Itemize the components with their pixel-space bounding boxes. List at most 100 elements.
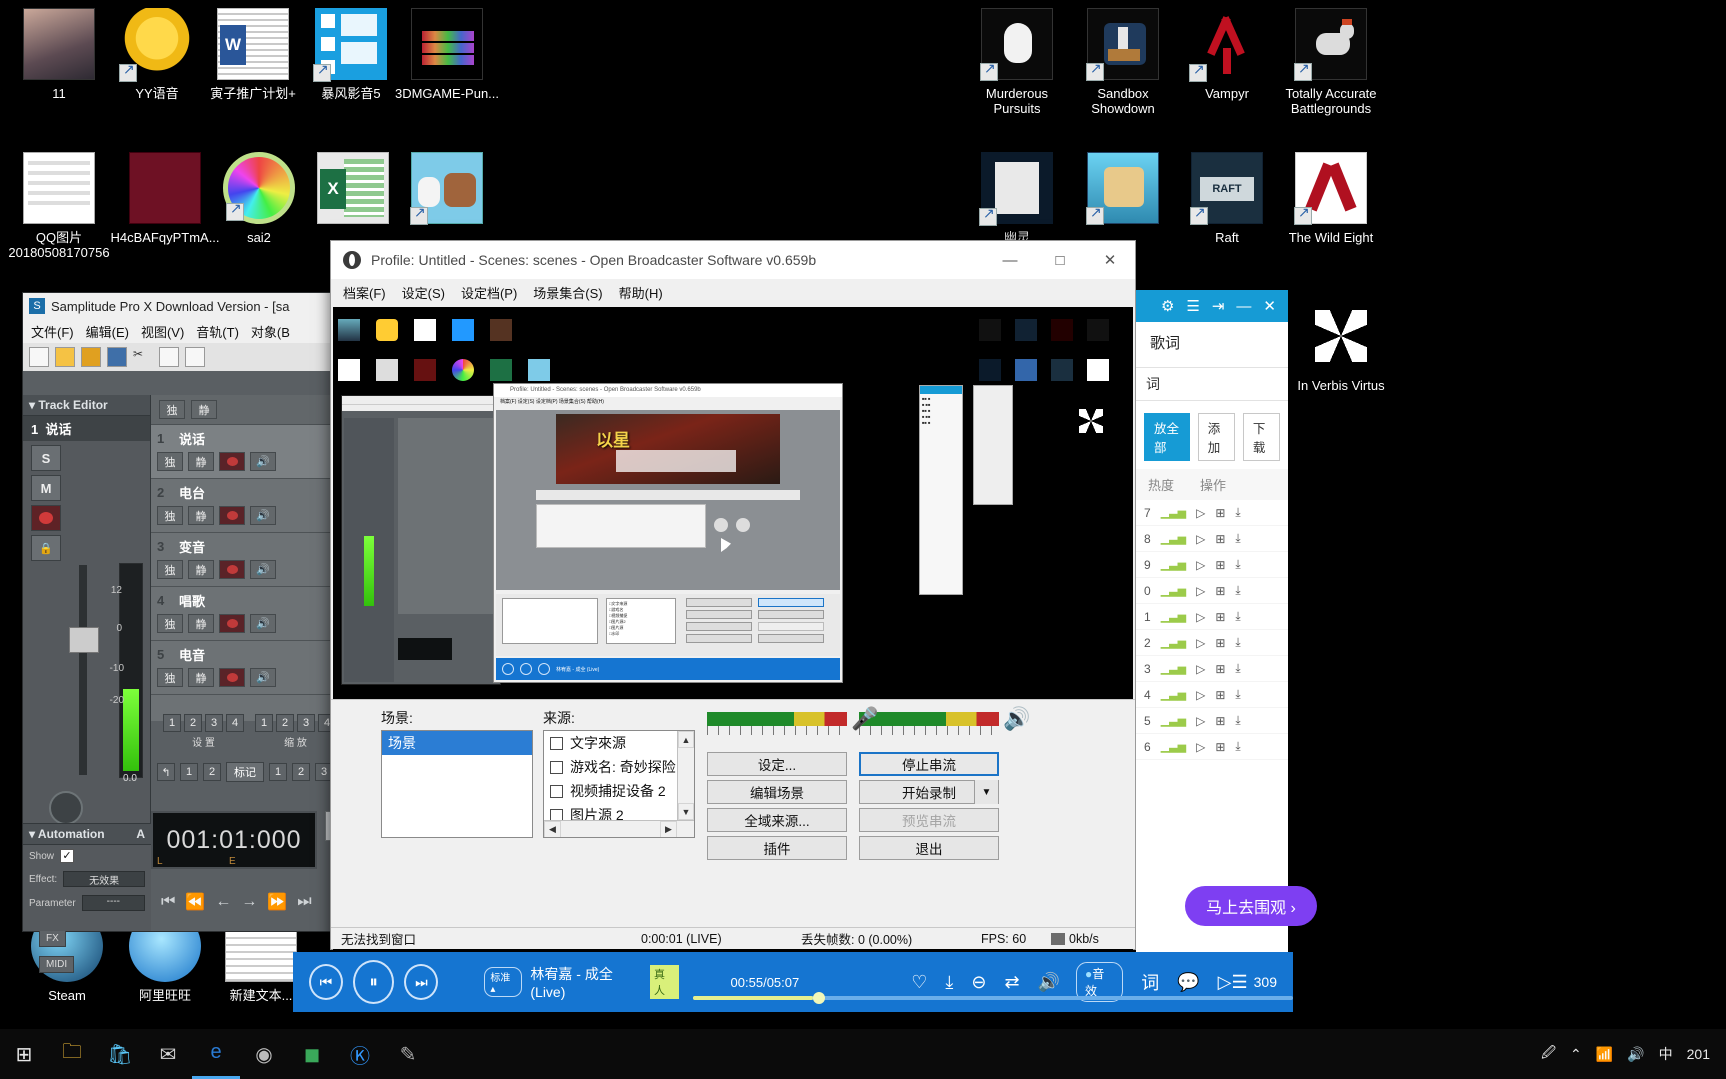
cut-icon[interactable]: ✂ [133, 347, 153, 367]
table-row[interactable]: 5 电音 独 静 🔊 [151, 641, 351, 695]
obs-menu-settings[interactable]: 设定(S) [402, 283, 445, 302]
obs-menu-scene-collection[interactable]: 场景集合(S) [533, 283, 602, 302]
samplitude-toolbar[interactable]: ✂ [23, 343, 351, 371]
open-wave-icon[interactable] [81, 347, 101, 367]
chrome-icon[interactable]: ◉ [240, 1029, 288, 1079]
obs-window[interactable]: Profile: Untitled - Scenes: scenes - Ope… [330, 240, 1136, 987]
watch-now-button[interactable]: 马上去围观 › [1185, 886, 1317, 926]
automation-effect-value[interactable]: 无效果 [63, 871, 145, 887]
play-icon[interactable]: ▷ [1196, 662, 1205, 676]
taskbar[interactable]: ⊞ 🗀 🛍 ✉ e ◉ ◼ Ⓚ ✎ 🖉 ⌃ 📶 🔊 中 201 [0, 1029, 1726, 1079]
setting-slot[interactable]: 2 [184, 714, 202, 732]
desktop-icon-sandbox-showdown[interactable]: Sandbox Showdown [1068, 8, 1178, 116]
track-mute-button[interactable]: 静 [188, 668, 214, 687]
track-list[interactable]: 独 静 1 说话 独 静 🔊 2 电台 独 静 🔊 3 变音 独 静 🔊 4 唱… [151, 395, 351, 721]
desktop-icon-project-highrise[interactable]: 幽灵 [962, 152, 1072, 245]
ime-icon[interactable]: 中 [1659, 1044, 1673, 1064]
midi-button[interactable]: MIDI [39, 956, 75, 973]
edge-icon[interactable]: e [192, 1029, 240, 1079]
marker-slot[interactable]: 2 [292, 763, 310, 781]
obs-menubar[interactable]: 档案(F) 设定(S) 设定档(P) 场景集合(S) 帮助(H) [331, 279, 1135, 305]
seek-handle[interactable] [813, 992, 825, 1004]
scenes-listbox[interactable]: 场景 [381, 730, 533, 838]
close-icon[interactable]: ✕ [1263, 297, 1276, 315]
collapse-icon[interactable]: ⇥ [1212, 297, 1225, 315]
fx-button[interactable]: FX [39, 930, 66, 947]
kugou-icon[interactable]: Ⓚ [336, 1029, 384, 1079]
global-mute-button[interactable]: 静 [191, 400, 217, 419]
zoom-numpad[interactable]: 1 2 3 4 缩 放 [255, 714, 336, 749]
play-all-button[interactable]: 放全部 [1144, 413, 1190, 461]
clock[interactable]: 201 [1687, 1046, 1710, 1062]
automation-show-checkbox[interactable]: ✓ [60, 849, 75, 863]
list-item[interactable]: 游戏名: 奇妙探险队 [544, 755, 694, 779]
obs-menu-profile[interactable]: 设定档(P) [461, 283, 517, 302]
comment-icon[interactable]: 💬 [1177, 972, 1199, 993]
zoom-slot[interactable]: 2 [276, 714, 294, 732]
desktop-icon-qq-image[interactable]: QQ图片20180508170756 [4, 152, 114, 260]
track-solo-button[interactable]: 独 [157, 614, 183, 633]
system-tray[interactable]: 🖉 ⌃ 📶 🔊 中 201 [1541, 1042, 1726, 1066]
download-icon[interactable]: ⤓ [1235, 583, 1240, 598]
marker-slot[interactable]: 1 [269, 763, 287, 781]
add-icon[interactable]: ⊞ [1215, 714, 1225, 728]
track-monitor-button[interactable]: 🔊 [250, 506, 276, 525]
play-icon[interactable]: ▷ [1196, 532, 1205, 546]
download-icon[interactable]: ⤓ [1235, 713, 1240, 728]
track-record-button[interactable] [219, 614, 245, 633]
list-item[interactable]: 文字來源 [544, 731, 694, 755]
track-solo-button[interactable]: 独 [157, 668, 183, 687]
play-icon[interactable]: ▷ [1196, 636, 1205, 650]
table-row[interactable]: 0 ▁▃▅ ▷ ⊞ ⤓ [1136, 578, 1288, 604]
pan-knob[interactable] [49, 791, 83, 825]
pause-button[interactable]: ⏸ [352, 960, 395, 1004]
track-mute-button[interactable]: 静 [188, 452, 214, 471]
chevron-right-icon[interactable]: ▶ [660, 821, 677, 837]
table-row[interactable]: 6 ▁▃▅ ▷ ⊞ ⤓ [1136, 734, 1288, 760]
download-icon[interactable]: ⤓ [1235, 739, 1240, 754]
dislike-icon[interactable]: ⊖ [971, 972, 986, 993]
desktop-icon-horse[interactable] [392, 152, 502, 230]
play-icon[interactable]: ▷ [1196, 714, 1205, 728]
play-icon[interactable]: ▷ [1196, 740, 1205, 754]
download-icon[interactable]: ⤓ [945, 972, 953, 993]
add-icon[interactable]: ⊞ [1215, 636, 1225, 650]
desktop-icon-yy[interactable]: YY语音 [102, 8, 212, 101]
download-icon[interactable]: ⤓ [1235, 505, 1240, 520]
track-mute-button[interactable]: 静 [188, 506, 214, 525]
speaker-icon[interactable]: 🔊 [1003, 706, 1030, 732]
sources-horizontal-scrollbar[interactable]: ◀ ▶ [544, 820, 694, 837]
samplitude-menubar[interactable]: 文件(F) 编辑(E) 视图(V) 音轨(T) 对象(B [23, 319, 351, 343]
menu-item-file[interactable]: 文件(F) [31, 322, 74, 341]
volume-fader-handle[interactable] [69, 627, 99, 653]
chevron-down-icon[interactable]: ▼ [678, 803, 694, 820]
automation-effect-row[interactable]: Effect: 无效果 [23, 867, 151, 891]
open-folder-icon[interactable] [55, 347, 75, 367]
undo-icon[interactable]: ↰ [157, 763, 175, 781]
setting-numpad[interactable]: 1 2 3 4 设 置 [163, 714, 244, 749]
table-row[interactable]: 4 ▁▃▅ ▷ ⊞ ⤓ [1136, 682, 1288, 708]
queue-icon[interactable]: ▷☰ [1218, 972, 1248, 993]
minimize-button[interactable]: — [985, 241, 1035, 279]
undo-slot[interactable]: 1 [180, 763, 198, 781]
add-icon[interactable]: ⊞ [1215, 610, 1225, 624]
list-item[interactable]: 场景 [382, 731, 532, 755]
goto-end-icon[interactable]: ⏭ [297, 893, 311, 911]
track-monitor-button[interactable]: 🔊 [250, 668, 276, 687]
desktop-icon-3dmgame[interactable]: 3DMGAME-Pun... [392, 8, 502, 101]
desktop-icon-raft[interactable]: RAFT Raft [1172, 152, 1282, 245]
table-row[interactable]: 1 ▁▃▅ ▷ ⊞ ⤓ [1136, 604, 1288, 630]
samplitude-titlebar[interactable]: S Samplitude Pro X Download Version - [s… [23, 293, 351, 319]
next-button[interactable]: ⏭ [404, 964, 439, 1000]
automation-param-row[interactable]: Parameter ---- [23, 891, 151, 915]
download-icon[interactable]: ⤓ [1235, 557, 1240, 572]
add-icon[interactable]: ⊞ [1215, 558, 1225, 572]
samplitude-window[interactable]: S Samplitude Pro X Download Version - [s… [22, 292, 385, 973]
table-row[interactable]: 5 ▁▃▅ ▷ ⊞ ⤓ [1136, 708, 1288, 734]
automation-show-row[interactable]: Show ✓ [23, 845, 151, 867]
new-file-icon[interactable] [29, 347, 49, 367]
volume-icon[interactable]: 🔊 [1627, 1046, 1644, 1063]
play-icon[interactable]: ▷ [1196, 558, 1205, 572]
track-record-button[interactable] [219, 668, 245, 687]
prev-button[interactable]: ⏮ [309, 964, 343, 1000]
